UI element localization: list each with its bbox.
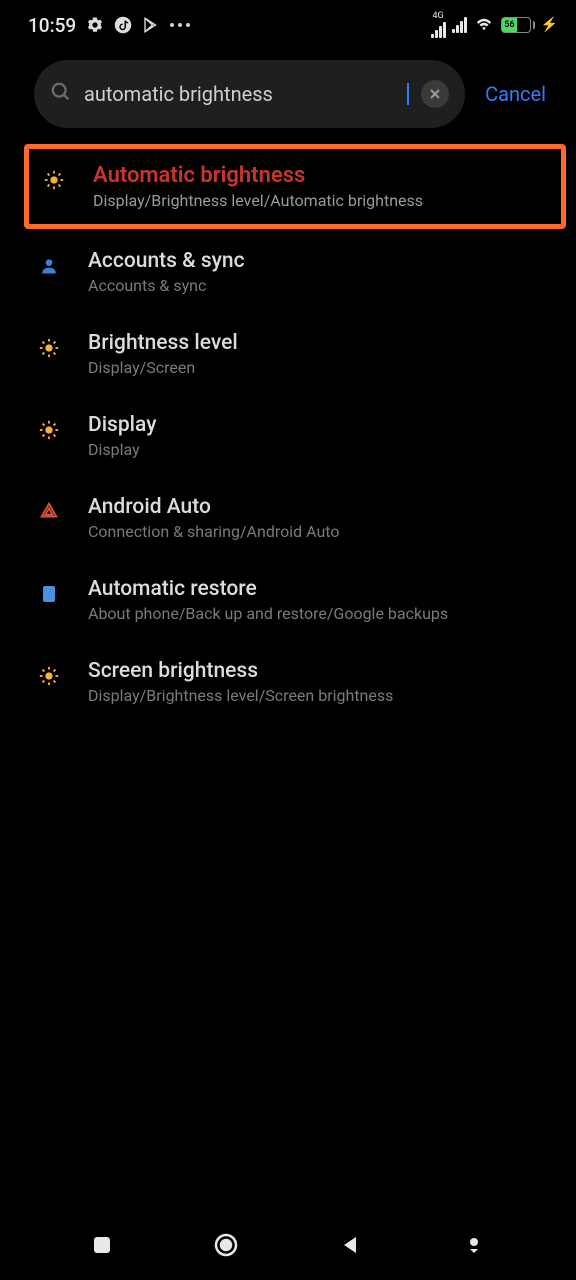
result-row-screen-brightness[interactable]: Screen brightness Display/Brightness lev… [0,641,576,723]
search-field[interactable]: automatic brightness [34,60,465,128]
result-title: Automatic brightness [93,163,555,188]
clock: 10:59 [28,14,76,37]
cancel-button[interactable]: Cancel [477,74,554,114]
signal-2 [452,17,467,33]
gear-icon [86,16,104,34]
clear-search-button[interactable] [421,80,449,108]
battery-indicator: 56 [501,17,535,33]
recents-button[interactable] [87,1230,117,1260]
result-row-accounts-sync[interactable]: Accounts & sync Accounts & sync [0,231,576,313]
back-button[interactable] [335,1230,365,1260]
navigation-bar [0,1210,576,1280]
result-subtitle: Accounts & sync [88,276,546,295]
result-row-automatic-restore[interactable]: Automatic restore About phone/Back up an… [0,559,576,641]
result-subtitle: Display/Brightness level/Screen brightne… [88,686,546,705]
result-title: Accounts & sync [88,249,546,273]
result-subtitle: About phone/Back up and restore/Google b… [88,604,546,623]
status-left: 10:59 [28,14,190,37]
sun-icon [36,663,62,689]
result-row-automatic-brightness[interactable]: Automatic brightness Display/Brightness … [35,163,555,210]
search-icon [50,81,72,107]
result-subtitle: Display [88,440,546,459]
results-list: Automatic brightness Display/Brightness … [0,138,576,723]
more-icon [170,23,190,27]
android-auto-icon [36,499,62,525]
text-cursor [407,83,409,105]
result-title: Screen brightness [88,659,546,683]
result-highlight-box: Automatic brightness Display/Brightness … [24,144,566,229]
home-button[interactable] [211,1230,241,1260]
charging-icon: ⚡ [541,17,558,33]
result-subtitle: Connection & sharing/Android Auto [88,522,546,541]
signal-1: 4G [431,12,446,38]
tiktok-icon [114,16,132,34]
result-title: Display [88,413,546,437]
wifi-icon [473,14,495,36]
search-row: automatic brightness Cancel [0,50,576,138]
sun-icon [36,417,62,443]
result-subtitle: Display/Brightness level/Automatic brigh… [93,191,555,210]
keyboard-toggle-button[interactable] [459,1230,489,1260]
result-row-brightness-level[interactable]: Brightness level Display/Screen [0,313,576,395]
result-subtitle: Display/Screen [88,358,546,377]
result-title: Automatic restore [88,577,546,601]
result-title: Android Auto [88,495,546,519]
person-icon [36,253,62,279]
sun-icon [36,335,62,361]
status-bar: 10:59 4G 56 ⚡ [0,0,576,50]
restore-icon [36,581,62,607]
search-input-text[interactable]: automatic brightness [84,82,409,106]
result-row-display[interactable]: Display Display [0,395,576,477]
sun-icon [41,167,67,193]
result-row-android-auto[interactable]: Android Auto Connection & sharing/Androi… [0,477,576,559]
play-store-icon [142,16,160,34]
status-right: 4G 56 ⚡ [431,12,558,38]
result-title: Brightness level [88,331,546,355]
